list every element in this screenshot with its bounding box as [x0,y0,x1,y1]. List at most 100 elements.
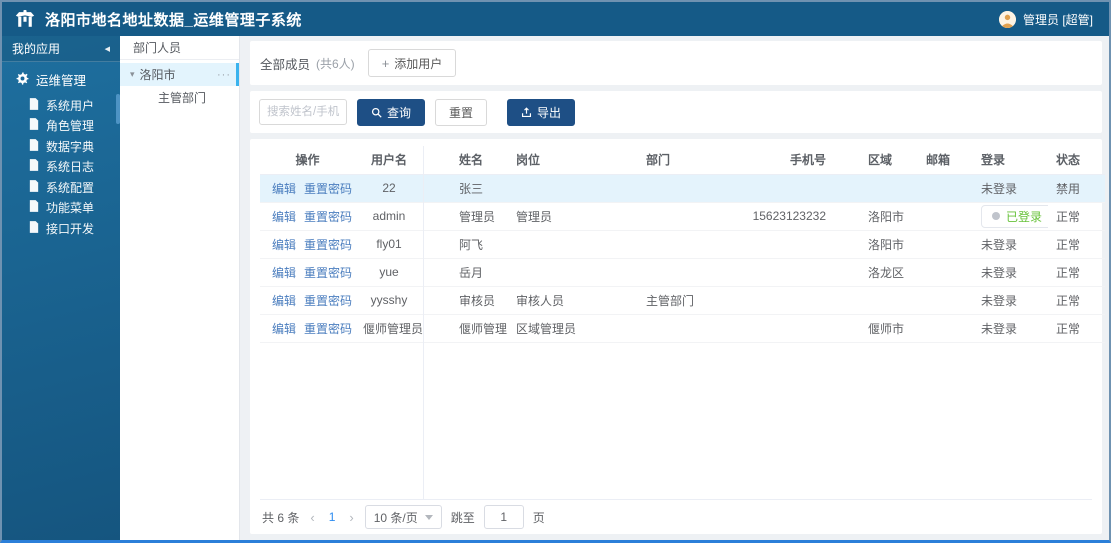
column-header-phone: 手机号 [738,146,838,175]
cell-status: 正常 [1048,258,1105,287]
table-row: 编辑重置密码删除admin管理员管理员15623123232洛阳市已登录正常 [260,202,1105,231]
user-label: 管理员 [超管] [1022,12,1093,27]
sidebar-group-ops-management[interactable]: 运维管理 [2,70,120,95]
row-action-reset-password[interactable]: 重置密码 [304,266,352,280]
sidebar-item-api-development[interactable]: 接口开发 [2,218,120,239]
sidebar-item-role-management[interactable]: 角色管理 [2,116,120,137]
plus-icon: + [381,55,390,71]
cell-region [838,174,918,203]
sidebar-scrollbar[interactable] [116,94,120,124]
app-logo-icon [14,8,36,30]
cell-job: 审核人员 [508,286,638,315]
main-content: 全部成员 (共6人) + 添加用户 查询 [240,36,1109,540]
cell-email [918,230,973,259]
jump-page-input[interactable] [483,505,524,529]
fixed-column-divider [423,146,424,499]
row-action-reset-password[interactable]: 重置密码 [304,322,352,336]
add-user-button[interactable]: + 添加用户 [367,49,457,77]
row-action-reset-password[interactable]: 重置密码 [304,294,352,308]
row-action-edit[interactable]: 编辑 [272,210,296,224]
table-row: 编辑重置密码删除偃师管理员偃师管理员区域管理员偃师市未登录正常 [260,314,1105,343]
next-page-button[interactable]: › [347,510,355,525]
document-icon [29,138,39,154]
row-action-edit[interactable]: 编辑 [272,294,296,308]
user-menu[interactable]: 管理员 [超管] [998,10,1093,28]
cell-name: 张三 [423,174,508,203]
members-label: 全部成员 [260,57,311,72]
cell-name: 阿飞 [423,230,508,259]
export-icon [521,106,532,118]
cell-region [838,286,918,315]
row-action-edit[interactable]: 编辑 [272,266,296,280]
brand: 洛阳市地名地址数据_运维管理子系统 [14,8,302,30]
column-header-dept: 部门 [638,146,738,175]
table-body: 编辑重置密码删除22张三未登录禁用编辑重置密码删除admin管理员管理员1562… [260,174,1105,343]
sidebar-item-data-dictionary[interactable]: 数据字典 [2,136,120,157]
row-action-edit[interactable]: 编辑 [272,322,296,336]
cell-phone [738,314,838,343]
cell-login: 未登录 [973,258,1048,287]
sidebar-header[interactable]: 我的应用 ◀ [2,36,120,62]
cell-status: 正常 [1048,286,1105,315]
sidebar-menu: 运维管理 系统用户 角色管理 数据字典 系统日志 系统配置 功能菜单 接口开发 [2,62,120,239]
prev-page-button[interactable]: ‹ [308,510,316,525]
department-panel: 部门人员 ▾ 洛阳市 ··· 主管部门 [120,36,240,540]
page-size-select[interactable]: 10 条/页 [364,505,442,529]
cell-username: 偃师管理员 [355,314,423,343]
cell-region: 洛龙区 [838,258,918,287]
current-page[interactable]: 1 [326,510,339,524]
users-table-card: 操作 用户名 姓名 岗位 部门 手机号 区域 邮箱 登录 状态 编辑 重置密码 … [250,139,1105,534]
more-icon[interactable]: ··· [217,69,231,81]
caret-down-icon[interactable]: ▾ [130,69,135,80]
cell-username: 22 [355,174,423,203]
top-bar: 洛阳市地名地址数据_运维管理子系统 管理员 [超管] [2,2,1109,36]
cell-dept [638,230,738,259]
cell-job [508,174,638,203]
sidebar-item-system-logs[interactable]: 系统日志 [2,157,120,178]
document-icon [29,200,39,215]
search-input[interactable] [259,99,347,125]
department-panel-title: 部门人员 [120,36,239,60]
table-row: 编辑重置密码删除yysshy审核员审核人员主管部门 未登录正常 [260,286,1105,315]
export-button[interactable]: 导出 [507,98,576,126]
sidebar-item-system-users[interactable]: 系统用户 [2,95,120,116]
cell-status: 正常 [1048,314,1105,343]
cell-region: 洛阳市 [838,202,918,231]
cell-name: 审核员 [423,286,508,315]
row-action-reset-password[interactable]: 重置密码 [304,238,352,252]
tree-node-luoyang[interactable]: ▾ 洛阳市 ··· [120,63,239,86]
users-table: 操作 用户名 姓名 岗位 部门 手机号 区域 邮箱 登录 状态 编辑 重置密码 … [260,146,1105,343]
cell-username: fly01 [355,230,423,259]
cell-phone [738,258,838,287]
column-header-status: 状态 [1048,146,1105,175]
row-actions: 编辑重置密码删除 [260,174,355,203]
sidebar-item-system-config[interactable]: 系统配置 [2,177,120,198]
members-toolbar: 全部成员 (共6人) + 添加用户 [250,41,1102,85]
row-action-edit[interactable]: 编辑 [272,182,296,196]
column-header-login: 登录 [973,146,1048,175]
cell-login: 已登录 [973,202,1048,231]
column-header-region: 区域 [838,146,918,175]
cell-username: yue [355,258,423,287]
row-actions: 编辑重置密码删除 [260,230,355,259]
total-count: 共 6 条 [262,510,300,525]
row-action-reset-password[interactable]: 重置密码 [304,182,352,196]
cell-login: 未登录 [973,230,1048,259]
tree-node-supervising-dept[interactable]: 主管部门 [120,86,239,109]
query-button[interactable]: 查询 [357,98,426,126]
cell-email [918,174,973,203]
row-action-edit[interactable]: 编辑 [272,238,296,252]
cell-username: yysshy [355,286,423,315]
cell-phone: 15623123232 [738,202,838,231]
column-header-actions: 操作 [260,146,355,175]
column-header-job: 岗位 [508,146,638,175]
cell-login: 未登录 [973,286,1048,315]
cell-username: admin [355,202,423,231]
reset-button[interactable]: 重置 [435,98,488,126]
cell-status: 禁用 [1048,174,1105,203]
row-action-reset-password[interactable]: 重置密码 [304,210,352,224]
column-header-name: 姓名 [423,146,508,175]
cell-region: 洛阳市 [838,230,918,259]
collapse-icon[interactable]: ◀ [105,45,110,53]
sidebar-item-function-menu[interactable]: 功能菜单 [2,198,120,219]
